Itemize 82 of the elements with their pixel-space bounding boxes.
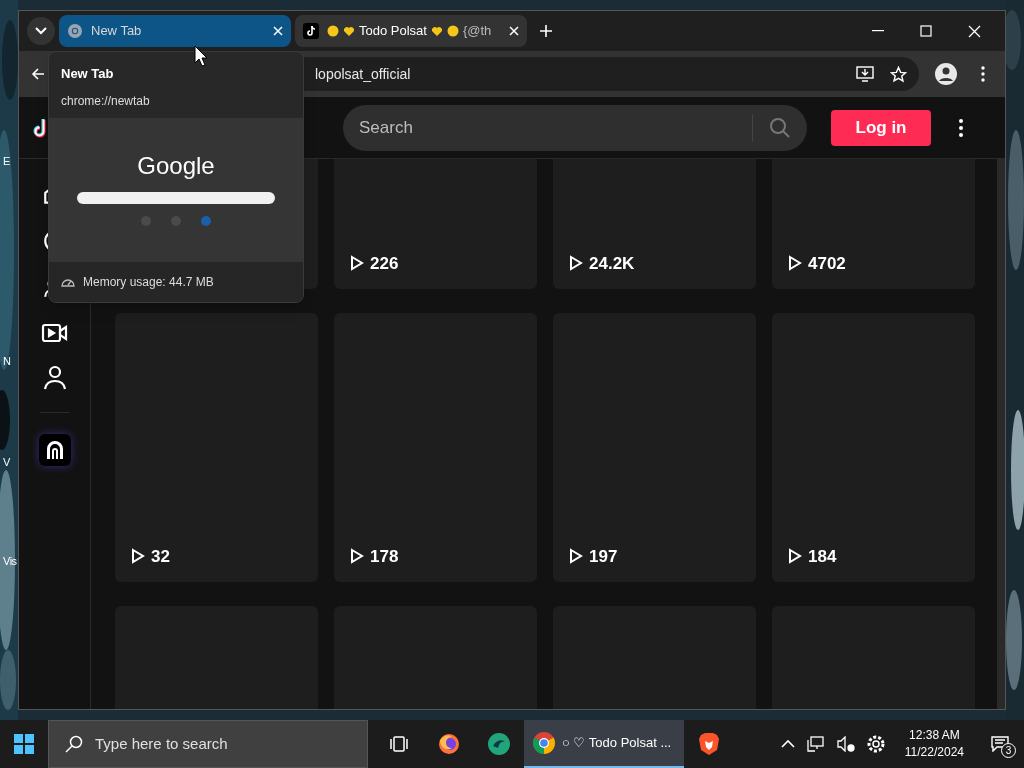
chrome-taskbar-button[interactable]: ○ ♡ Todo Polsat ... <box>524 720 684 768</box>
tab-title: {@th <box>462 22 492 41</box>
play-icon <box>788 548 802 565</box>
maximize-icon[interactable] <box>920 25 932 37</box>
view-count: 24.2K <box>589 252 635 275</box>
close-icon[interactable] <box>509 26 519 36</box>
heart-icon <box>343 25 355 37</box>
menu-icon[interactable] <box>981 66 985 82</box>
message-icon <box>991 736 1009 752</box>
video-thumbnail[interactable]: 178 <box>334 313 537 582</box>
video-thumbnail[interactable]: 24.2K <box>553 159 756 289</box>
search-icon <box>65 735 83 753</box>
tab-search-button[interactable] <box>27 17 55 45</box>
notifications-button[interactable]: 3 <box>984 724 1016 764</box>
play-icon <box>788 255 802 272</box>
tab-title: Todo Polsat <box>359 22 427 41</box>
circle-icon <box>446 25 459 37</box>
new-tab-icon[interactable] <box>539 24 553 38</box>
install-icon[interactable] <box>856 66 874 82</box>
preview-logo: Google <box>137 150 215 181</box>
browser-tab[interactable]: Todo Polsat {@th <box>295 15 527 47</box>
view-count: 197 <box>589 545 618 568</box>
tab-title: New Tab <box>91 22 143 41</box>
search-icon[interactable] <box>769 116 791 139</box>
close-icon[interactable] <box>273 26 283 36</box>
login-button[interactable]: Log in <box>831 109 931 146</box>
cursor-icon <box>194 45 208 67</box>
settings-icon[interactable] <box>866 735 885 753</box>
app-icon <box>487 732 511 756</box>
close-icon[interactable] <box>968 24 981 38</box>
view-count: 226 <box>370 252 399 275</box>
view-count: 32 <box>151 545 170 568</box>
desktop-icon-label: N <box>3 355 11 368</box>
chrome-icon <box>532 731 556 755</box>
taskbar-search-input[interactable]: Type here to search <box>95 732 351 756</box>
network-icon[interactable] <box>806 736 825 752</box>
video-thumbnail[interactable]: 32 <box>115 313 318 582</box>
muted-speaker-icon[interactable] <box>836 736 855 752</box>
desktop-icon-label: E <box>3 155 10 168</box>
play-icon <box>350 548 364 565</box>
profile-icon[interactable] <box>935 63 957 85</box>
chrome-icon <box>67 23 83 39</box>
back-icon[interactable] <box>31 67 45 81</box>
play-icon <box>350 255 364 272</box>
hover-card-title: New Tab <box>61 65 115 83</box>
more-icon[interactable] <box>959 118 963 137</box>
play-icon <box>131 548 145 565</box>
memory-usage: Memory usage: 44.7 MB <box>83 273 214 291</box>
notification-count: 3 <box>1001 743 1016 758</box>
video-thumbnail[interactable]: 4702 <box>772 159 975 289</box>
play-icon <box>569 255 583 272</box>
scrollbar[interactable] <box>997 159 1005 709</box>
preview-shortcut <box>201 215 211 226</box>
chevron-down-icon <box>35 27 47 35</box>
view-count: 4702 <box>808 252 846 275</box>
arch-icon[interactable] <box>38 434 71 466</box>
view-count: 178 <box>370 545 399 568</box>
lion-icon <box>698 732 720 756</box>
play-icon <box>569 548 583 565</box>
person-icon[interactable] <box>42 365 67 391</box>
star-icon[interactable] <box>890 65 907 83</box>
video-thumbnail[interactable]: 184 <box>772 313 975 582</box>
hover-card-url: chrome://newtab <box>61 92 151 110</box>
desktop-icon-label: Vis <box>3 555 17 568</box>
desktop-icon-label: V <box>3 456 10 469</box>
heart-icon <box>430 25 443 37</box>
firefox-icon <box>437 732 461 756</box>
clock-date[interactable]: 11/22/2024 <box>904 744 964 761</box>
tiktok-icon <box>303 23 319 39</box>
video-camera-icon[interactable] <box>40 322 69 344</box>
video-thumbnail[interactable]: 226 <box>334 159 537 289</box>
taskbar-search-field[interactable]: Type here to search <box>48 720 368 768</box>
circle-icon <box>327 25 339 37</box>
view-count: 184 <box>808 545 837 568</box>
browser-tab[interactable]: New Tab <box>59 15 291 47</box>
clock-time[interactable]: 12:38 AM <box>909 727 960 744</box>
task-view-icon <box>389 735 409 753</box>
chevron-up-icon[interactable] <box>780 739 795 749</box>
search-field[interactable]: Search <box>343 104 807 151</box>
minimize-icon[interactable] <box>872 30 884 32</box>
search-input[interactable]: Search <box>359 114 752 141</box>
video-thumbnail[interactable]: 197 <box>553 313 756 582</box>
